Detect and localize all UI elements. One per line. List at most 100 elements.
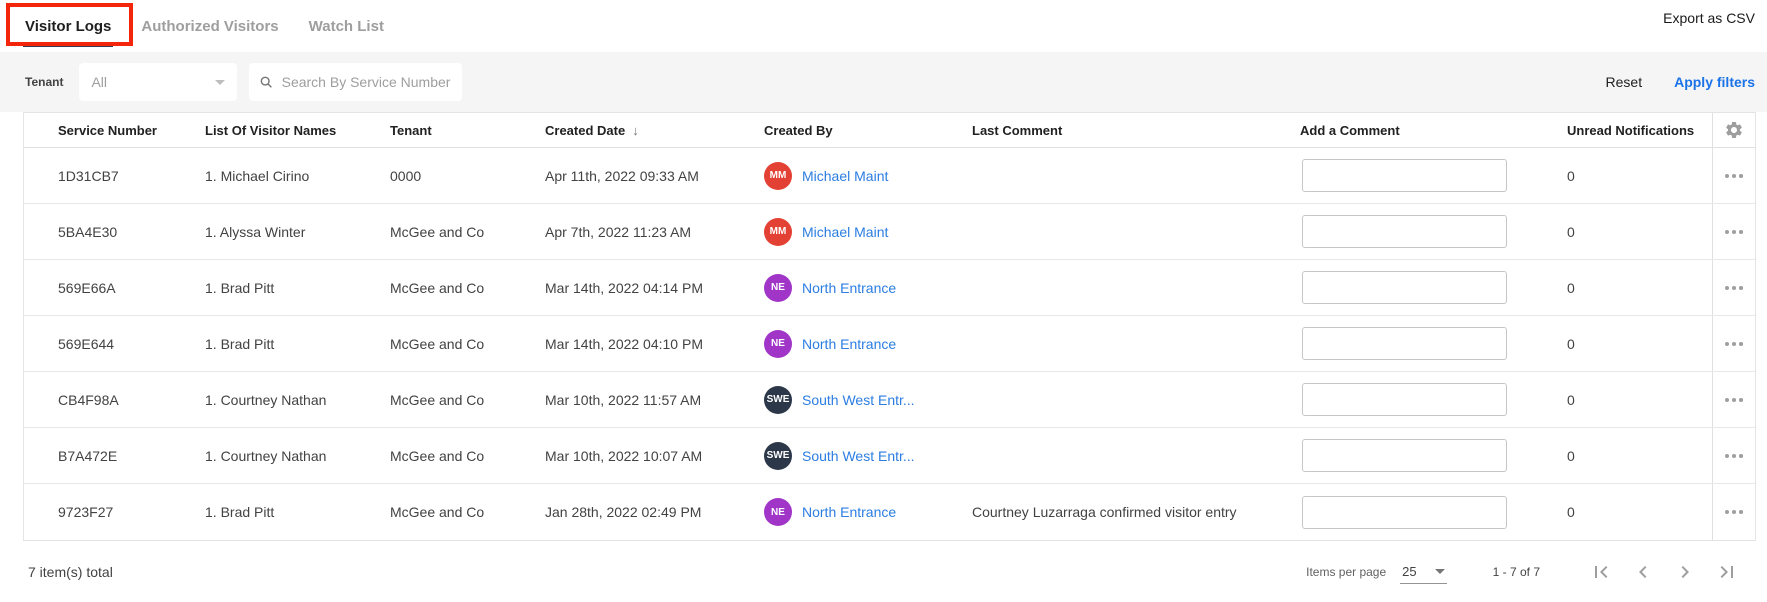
creator-link[interactable]: North Entrance bbox=[802, 336, 896, 352]
visitor-names-cell: 1. Brad Pitt bbox=[205, 279, 275, 296]
creator-avatar: MM bbox=[764, 161, 792, 190]
row-menu-button[interactable] bbox=[1719, 448, 1749, 464]
table-row: 1D31CB7 1. Michael Cirino 0000 Apr 11th,… bbox=[24, 148, 1755, 204]
row-menu-button[interactable] bbox=[1719, 392, 1749, 408]
comment-input[interactable] bbox=[1302, 439, 1507, 472]
search-input[interactable] bbox=[281, 74, 453, 90]
items-per-page-select[interactable]: 25 bbox=[1400, 560, 1447, 584]
row-actions-cell bbox=[1712, 428, 1755, 483]
row-actions-cell bbox=[1712, 148, 1755, 203]
service-number-search[interactable] bbox=[249, 63, 463, 101]
comment-input[interactable] bbox=[1302, 271, 1507, 304]
created-by-cell: NE North Entrance bbox=[764, 273, 972, 302]
service-number-cell: CB4F98A bbox=[58, 391, 119, 408]
creator-link[interactable]: Michael Maint bbox=[802, 224, 888, 240]
created-by-cell: SWE South West Entr... bbox=[764, 441, 972, 470]
table-row: CB4F98A 1. Courtney Nathan McGee and Co … bbox=[24, 372, 1755, 428]
created-date-cell: Mar 10th, 2022 10:07 AM bbox=[545, 447, 703, 464]
chevron-right-icon bbox=[1681, 566, 1689, 578]
created-by-cell: NE North Entrance bbox=[764, 329, 972, 358]
add-comment-cell bbox=[1300, 439, 1567, 472]
tenant-cell: McGee and Co bbox=[390, 447, 485, 464]
table-row: 569E644 1. Brad Pitt McGee and Co Mar 14… bbox=[24, 316, 1755, 372]
service-number-cell: 5BA4E30 bbox=[58, 223, 118, 240]
table-header-row: Service Number List Of Visitor Names Ten… bbox=[24, 113, 1755, 148]
active-tab-indicator bbox=[23, 42, 113, 47]
comment-input[interactable] bbox=[1302, 327, 1507, 360]
row-menu-button[interactable] bbox=[1719, 336, 1749, 352]
creator-link[interactable]: South West Entr... bbox=[802, 448, 915, 464]
row-menu-button[interactable] bbox=[1719, 224, 1749, 240]
col-header-unread-notifications[interactable]: Unread Notifications bbox=[1567, 123, 1712, 138]
creator-link[interactable]: Michael Maint bbox=[802, 168, 888, 184]
apply-filters-button[interactable]: Apply filters bbox=[1674, 74, 1755, 90]
visitor-names-cell: 1. Courtney Nathan bbox=[205, 447, 327, 464]
gear-icon[interactable] bbox=[1724, 120, 1744, 140]
filter-bar: Tenant All Reset Apply filters bbox=[0, 52, 1767, 112]
visitor-names-cell: 1. Courtney Nathan bbox=[205, 391, 327, 408]
first-page-button[interactable] bbox=[1588, 559, 1614, 585]
last-page-icon bbox=[1720, 566, 1733, 578]
comment-input[interactable] bbox=[1302, 159, 1507, 192]
col-header-last-comment[interactable]: Last Comment bbox=[972, 123, 1300, 138]
row-actions-cell bbox=[1712, 260, 1755, 315]
tenant-dropdown[interactable]: All bbox=[79, 63, 238, 101]
table-row: B7A472E 1. Courtney Nathan McGee and Co … bbox=[24, 428, 1755, 484]
items-per-page-value: 25 bbox=[1402, 564, 1417, 579]
tenant-dropdown-value: All bbox=[91, 74, 108, 90]
row-menu-button[interactable] bbox=[1719, 280, 1749, 296]
creator-avatar: MM bbox=[764, 217, 792, 246]
col-header-tenant[interactable]: Tenant bbox=[390, 123, 545, 138]
add-comment-cell bbox=[1300, 495, 1567, 529]
table-row: 569E66A 1. Brad Pitt McGee and Co Mar 14… bbox=[24, 260, 1755, 316]
tenant-cell: McGee and Co bbox=[390, 335, 485, 352]
created-by-cell: MM Michael Maint bbox=[764, 217, 972, 246]
created-by-cell: MM Michael Maint bbox=[764, 161, 972, 190]
items-per-page-label: Items per page bbox=[1306, 565, 1387, 579]
col-header-created-date[interactable]: Created Date ↓ bbox=[545, 123, 764, 138]
tab-visitor-logs[interactable]: Visitor Logs bbox=[25, 18, 111, 35]
comment-input[interactable] bbox=[1302, 383, 1507, 416]
comment-input[interactable] bbox=[1302, 495, 1507, 529]
unread-notifications-cell: 0 bbox=[1567, 223, 1575, 240]
col-header-created-by[interactable]: Created By bbox=[764, 123, 972, 138]
row-actions-cell bbox=[1712, 372, 1755, 427]
page-range-label: 1 - 7 of 7 bbox=[1492, 565, 1540, 579]
service-number-cell: 9723F27 bbox=[58, 504, 114, 520]
row-actions-cell bbox=[1712, 204, 1755, 259]
visitor-logs-page: Visitor Logs Authorized Visitors Watch L… bbox=[0, 0, 1767, 602]
visitor-names-cell: 1. Michael Cirino bbox=[205, 167, 310, 184]
next-page-button[interactable] bbox=[1672, 559, 1698, 585]
creator-link[interactable]: North Entrance bbox=[802, 504, 896, 520]
creator-link[interactable]: South West Entr... bbox=[802, 392, 915, 408]
comment-input[interactable] bbox=[1302, 215, 1507, 248]
export-csv-button[interactable]: Export as CSV bbox=[1663, 10, 1755, 26]
service-number-cell: 569E644 bbox=[58, 335, 115, 352]
sort-descending-icon[interactable]: ↓ bbox=[632, 123, 639, 138]
col-header-visitor-names[interactable]: List Of Visitor Names bbox=[205, 123, 390, 138]
chevron-down-icon bbox=[215, 79, 226, 85]
table-row: 9723F27 1. Brad Pitt McGee and Co Jan 28… bbox=[24, 484, 1755, 540]
created-by-cell: SWE South West Entr... bbox=[764, 385, 972, 414]
service-number-cell: 1D31CB7 bbox=[58, 167, 119, 184]
col-header-service-number[interactable]: Service Number bbox=[58, 123, 205, 138]
created-date-cell: Apr 7th, 2022 11:23 AM bbox=[545, 223, 692, 240]
tab-authorized-visitors[interactable]: Authorized Visitors bbox=[141, 18, 278, 35]
tab-bar: Visitor Logs Authorized Visitors Watch L… bbox=[0, 0, 1767, 52]
tab-watch-list[interactable]: Watch List bbox=[309, 18, 384, 35]
reset-button[interactable]: Reset bbox=[1606, 74, 1643, 90]
creator-avatar: NE bbox=[764, 498, 792, 526]
add-comment-cell bbox=[1300, 327, 1567, 360]
creator-link[interactable]: North Entrance bbox=[802, 280, 896, 296]
row-menu-button[interactable] bbox=[1719, 168, 1749, 184]
tenant-cell: McGee and Co bbox=[390, 391, 485, 408]
last-page-button[interactable] bbox=[1714, 559, 1740, 585]
tenant-label: Tenant bbox=[25, 75, 64, 89]
visitor-names-cell: 1. Brad Pitt bbox=[205, 504, 275, 520]
previous-page-button[interactable] bbox=[1630, 559, 1656, 585]
row-menu-button[interactable] bbox=[1719, 504, 1749, 520]
table-row: 5BA4E30 1. Alyssa Winter McGee and Co Ap… bbox=[24, 204, 1755, 260]
column-settings-cell bbox=[1712, 113, 1755, 147]
creator-avatar: SWE bbox=[764, 441, 792, 470]
visitor-names-cell: 1. Alyssa Winter bbox=[205, 223, 306, 240]
